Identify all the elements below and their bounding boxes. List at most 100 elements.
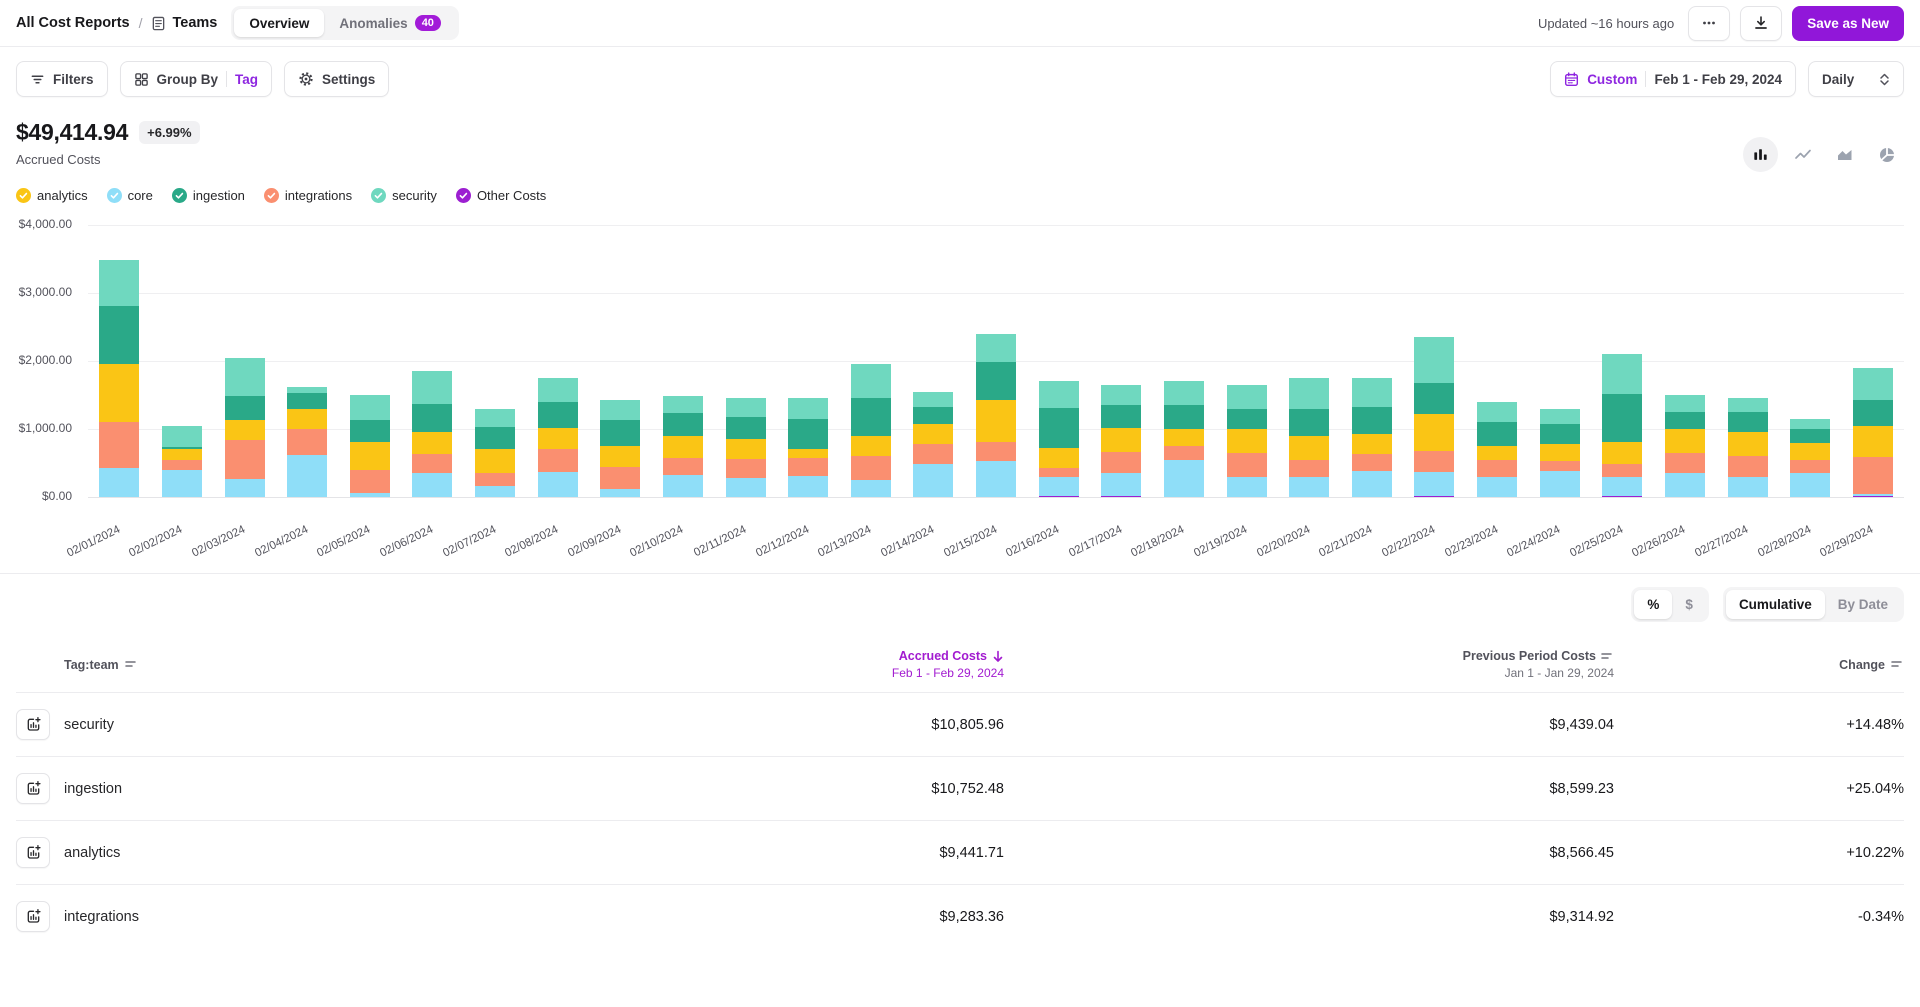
bar-segment-analytics[interactable] — [600, 446, 640, 467]
bar-segment-integrations[interactable] — [350, 470, 390, 492]
bar-segment-integrations[interactable] — [1728, 456, 1768, 476]
bar-segment-security[interactable] — [913, 392, 953, 407]
bar-segment-ingestion[interactable] — [225, 396, 265, 420]
bar-segment-security[interactable] — [350, 395, 390, 419]
legend-item-core[interactable]: core — [107, 188, 153, 203]
bar-segment-other-costs[interactable] — [1414, 496, 1454, 497]
bar-segment-analytics[interactable] — [1289, 436, 1329, 460]
bar-segment-integrations[interactable] — [1289, 460, 1329, 477]
bar-segment-security[interactable] — [1853, 368, 1893, 401]
bar-segment-analytics[interactable] — [913, 424, 953, 444]
bar-segment-integrations[interactable] — [976, 442, 1016, 461]
column-header-tag[interactable]: Tag:team — [64, 658, 584, 672]
bar-segment-integrations[interactable] — [913, 444, 953, 464]
bar-segment-core[interactable] — [1414, 472, 1454, 496]
bar-segment-ingestion[interactable] — [287, 393, 327, 409]
column-header-change[interactable]: Change — [1614, 658, 1904, 672]
bar-segment-core[interactable] — [475, 486, 515, 497]
bar-segment-integrations[interactable] — [788, 458, 828, 476]
bar-segment-core[interactable] — [538, 472, 578, 497]
bar-segment-analytics[interactable] — [663, 436, 703, 458]
bar-segment-core[interactable] — [1352, 471, 1392, 497]
bar-segment-analytics[interactable] — [1477, 446, 1517, 460]
bar-segment-other-costs[interactable] — [1602, 496, 1642, 497]
bar-segment-ingestion[interactable] — [1039, 408, 1079, 448]
bar-segment-core[interactable] — [976, 461, 1016, 497]
settings-button[interactable]: Settings — [284, 61, 389, 97]
bar-segment-core[interactable] — [412, 473, 452, 497]
add-to-chart-button[interactable] — [16, 837, 50, 868]
bar-segment-integrations[interactable] — [1477, 460, 1517, 477]
bar-segment-core[interactable] — [1477, 477, 1517, 497]
column-header-accrued[interactable]: Accrued Costs Feb 1 - Feb 29, 2024 — [584, 649, 1004, 680]
bar-segment-security[interactable] — [475, 409, 515, 427]
bar-segment-core[interactable] — [600, 489, 640, 497]
bar-segment-ingestion[interactable] — [1477, 422, 1517, 446]
bar-segment-analytics[interactable] — [726, 439, 766, 459]
bar-segment-core[interactable] — [1540, 471, 1580, 497]
bar-segment-core[interactable] — [1039, 477, 1079, 496]
bar-segment-ingestion[interactable] — [1352, 407, 1392, 434]
bar-segment-security[interactable] — [1540, 409, 1580, 424]
legend-item-other-costs[interactable]: Other Costs — [456, 188, 546, 203]
bar-segment-security[interactable] — [1414, 337, 1454, 383]
bar-segment-core[interactable] — [225, 479, 265, 497]
bar-segment-analytics[interactable] — [162, 449, 202, 460]
bar-segment-analytics[interactable] — [976, 400, 1016, 442]
bar-segment-ingestion[interactable] — [663, 413, 703, 435]
bar-segment-integrations[interactable] — [1352, 454, 1392, 471]
bar-segment-ingestion[interactable] — [1540, 424, 1580, 444]
bar-segment-integrations[interactable] — [1602, 464, 1642, 478]
bar-segment-core[interactable] — [1602, 477, 1642, 496]
bar-segment-integrations[interactable] — [475, 473, 515, 487]
bar-segment-ingestion[interactable] — [1790, 429, 1830, 443]
column-header-previous[interactable]: Previous Period Costs Jan 1 - Jan 29, 20… — [1004, 649, 1614, 680]
bar-segment-integrations[interactable] — [1790, 460, 1830, 474]
bar-segment-ingestion[interactable] — [350, 420, 390, 442]
legend-item-ingestion[interactable]: ingestion — [172, 188, 245, 203]
bar-segment-ingestion[interactable] — [1602, 394, 1642, 442]
bar-segment-security[interactable] — [538, 378, 578, 402]
bar-segment-security[interactable] — [600, 400, 640, 420]
bar-segment-other-costs[interactable] — [1039, 496, 1079, 497]
bar-segment-ingestion[interactable] — [538, 402, 578, 428]
bar-segment-analytics[interactable] — [475, 449, 515, 472]
date-range-button[interactable]: Custom Feb 1 - Feb 29, 2024 — [1550, 61, 1796, 97]
bar-segment-analytics[interactable] — [1101, 428, 1141, 452]
bar-segment-ingestion[interactable] — [1227, 409, 1267, 429]
bar-segment-ingestion[interactable] — [1665, 412, 1705, 429]
more-actions-button[interactable] — [1688, 6, 1730, 41]
add-to-chart-button[interactable] — [16, 901, 50, 932]
bar-segment-core[interactable] — [162, 470, 202, 497]
bar-segment-ingestion[interactable] — [1289, 409, 1329, 436]
bar-segment-ingestion[interactable] — [913, 407, 953, 424]
bar-segment-integrations[interactable] — [1540, 461, 1580, 471]
bar-segment-security[interactable] — [99, 260, 139, 306]
percent-toggle-button[interactable]: % — [1634, 590, 1672, 619]
granularity-select[interactable]: Daily — [1808, 61, 1904, 97]
bar-segment-security[interactable] — [851, 364, 891, 398]
bar-segment-ingestion[interactable] — [726, 417, 766, 438]
bar-segment-integrations[interactable] — [1227, 453, 1267, 477]
bar-segment-core[interactable] — [1665, 473, 1705, 497]
bar-segment-integrations[interactable] — [99, 422, 139, 468]
bar-segment-core[interactable] — [1728, 477, 1768, 497]
bar-segment-core[interactable] — [350, 493, 390, 497]
bar-segment-analytics[interactable] — [1853, 426, 1893, 457]
legend-item-security[interactable]: security — [371, 188, 437, 203]
bar-segment-security[interactable] — [1728, 398, 1768, 412]
bar-segment-analytics[interactable] — [1665, 429, 1705, 453]
bar-segment-core[interactable] — [851, 480, 891, 497]
bar-segment-security[interactable] — [726, 398, 766, 417]
bar-segment-analytics[interactable] — [851, 436, 891, 456]
bar-segment-security[interactable] — [1227, 385, 1267, 409]
bar-segment-security[interactable] — [788, 398, 828, 418]
bar-segment-core[interactable] — [1790, 473, 1830, 497]
bar-segment-ingestion[interactable] — [1728, 412, 1768, 432]
dollar-toggle-button[interactable]: $ — [1672, 590, 1706, 619]
bar-segment-security[interactable] — [162, 426, 202, 447]
group-by-button[interactable]: Group By Tag — [120, 61, 273, 97]
bar-segment-analytics[interactable] — [1540, 444, 1580, 461]
bar-segment-security[interactable] — [1101, 385, 1141, 405]
bar-segment-security[interactable] — [663, 396, 703, 413]
